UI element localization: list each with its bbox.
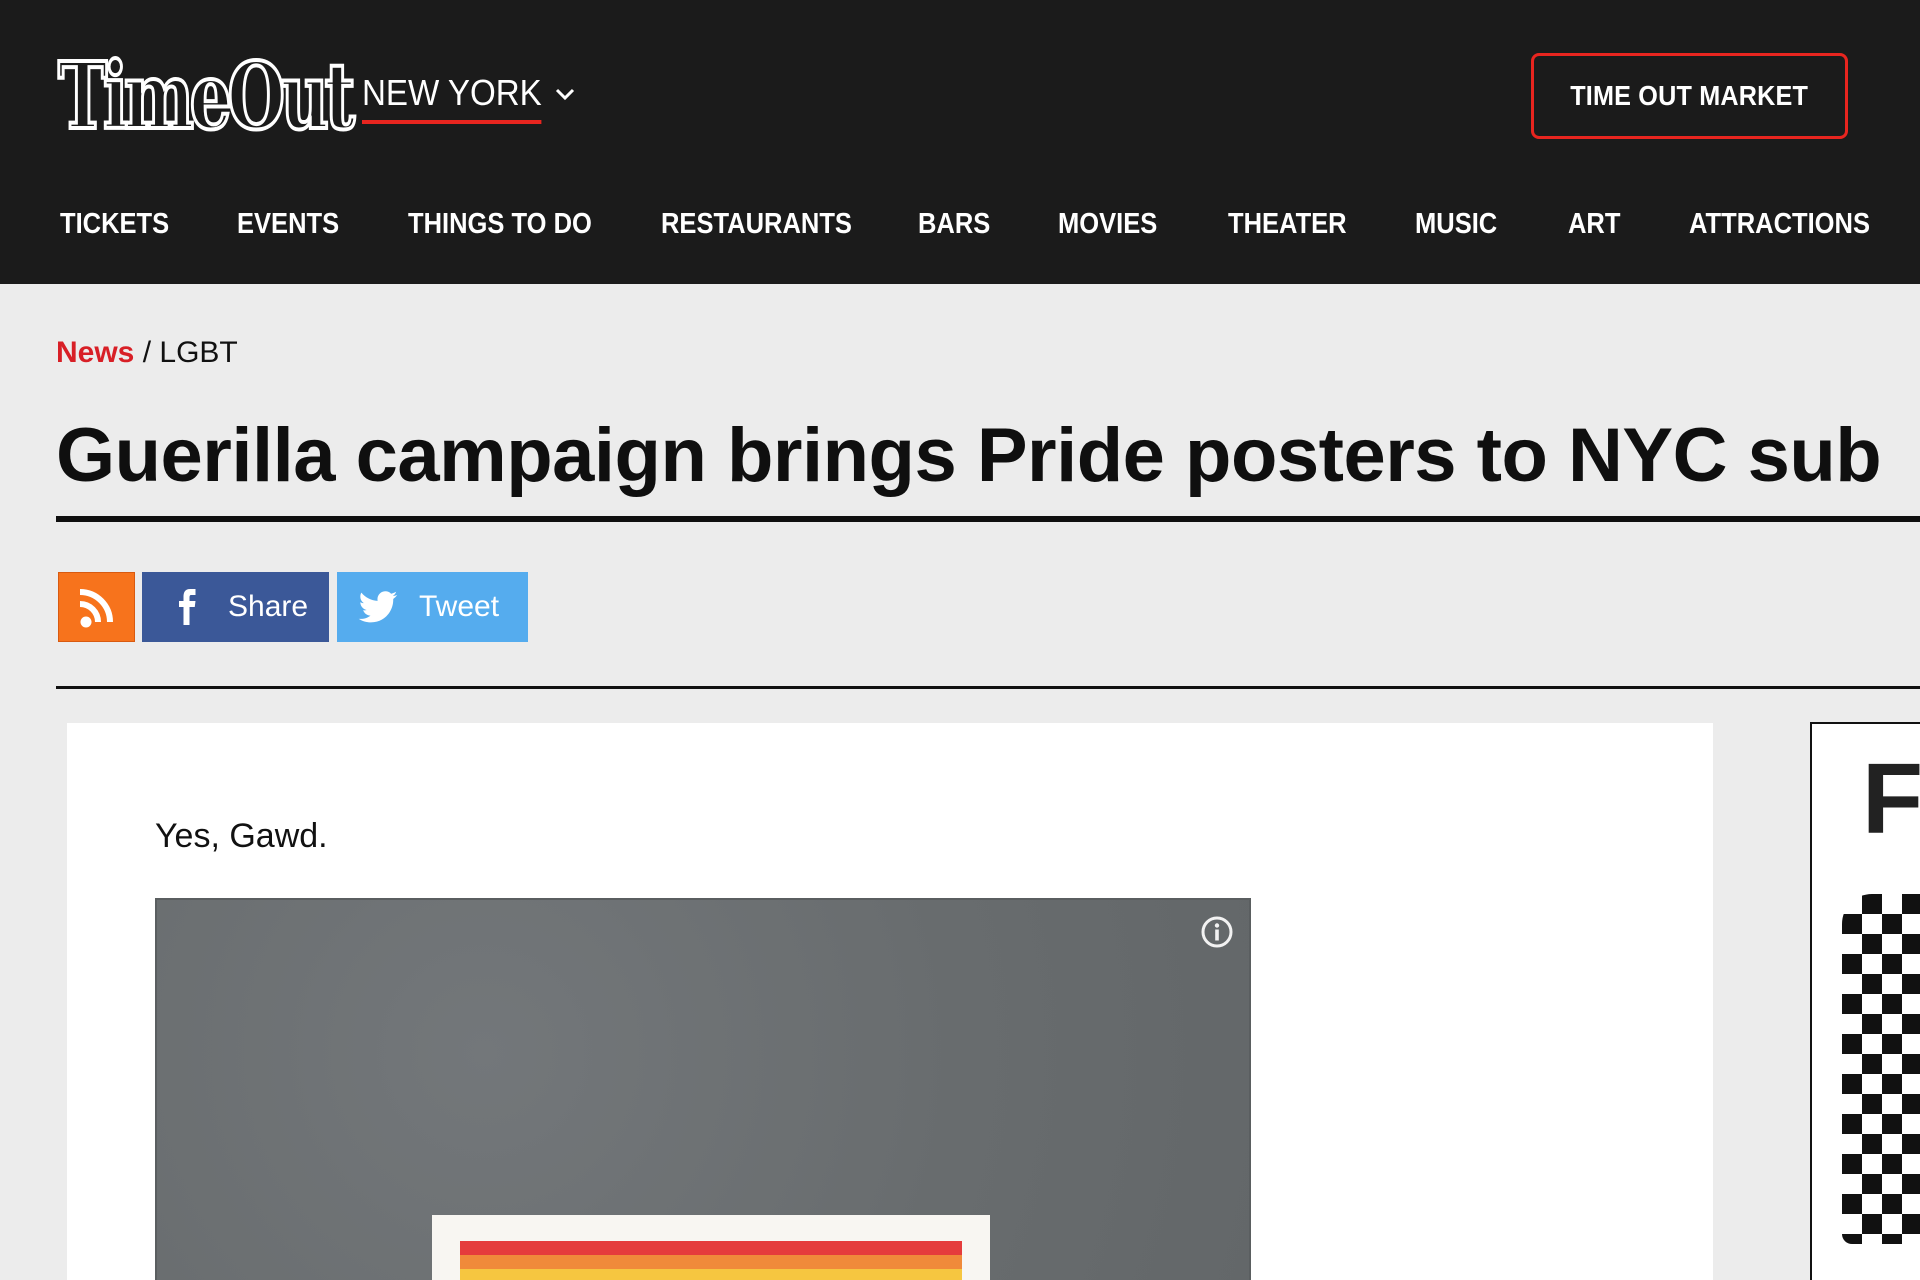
timeout-logo[interactable]: TimeOut: [57, 44, 357, 148]
rss-button[interactable]: [58, 572, 135, 642]
nav-item-events[interactable]: EVENTS: [237, 208, 339, 241]
city-selector[interactable]: NEW YORK: [362, 72, 557, 124]
article-title: Guerilla campaign brings Pride posters t…: [56, 413, 1882, 498]
breadcrumb: News / LGBT: [56, 336, 238, 370]
breadcrumb-lgbt: LGBT: [159, 336, 238, 369]
facebook-share-label: Share: [228, 590, 309, 623]
pride-rainbow-stripes: [460, 1241, 962, 1280]
rss-icon: [79, 589, 113, 628]
nav-item-bars[interactable]: BARS: [918, 208, 990, 241]
twitter-tweet-button[interactable]: Tweet: [337, 572, 528, 642]
nav-item-restaurants[interactable]: RESTAURANTS: [661, 208, 852, 241]
twitter-tweet-label: Tweet: [419, 590, 500, 623]
breadcrumb-separator: /: [134, 336, 160, 369]
article-intro: Yes, Gawd.: [155, 817, 328, 855]
ad-plaid-shirt-image: [1842, 894, 1920, 1244]
share-divider: [56, 686, 1920, 689]
info-icon[interactable]: [1199, 914, 1235, 950]
nav-item-attractions[interactable]: ATTRACTIONS: [1689, 208, 1870, 241]
chevron-down-icon[interactable]: [553, 82, 577, 106]
nav-item-movies[interactable]: MOVIES: [1058, 208, 1157, 241]
sidebar-advertisement[interactable]: F: [1810, 722, 1920, 1280]
article-body-card: Yes, Gawd.: [67, 723, 1713, 1280]
nav-item-music[interactable]: MUSIC: [1415, 208, 1497, 241]
facebook-share-button[interactable]: Share: [142, 572, 329, 642]
twitter-bird-icon: [358, 591, 398, 623]
time-out-market-button[interactable]: TIME OUT MARKET: [1531, 53, 1848, 139]
site-header: TimeOut NEW YORK TIME OUT MARKET TICKETS…: [0, 0, 1920, 284]
main-nav: TICKETS EVENTS THINGS TO DO RESTAURANTS …: [0, 200, 1920, 254]
nav-item-art[interactable]: ART: [1568, 208, 1620, 241]
city-name[interactable]: NEW YORK: [362, 72, 542, 124]
nav-item-things-to-do[interactable]: THINGS TO DO: [408, 208, 592, 241]
nav-item-tickets[interactable]: TICKETS: [60, 208, 169, 241]
facebook-icon: [179, 589, 196, 625]
article-image[interactable]: [155, 898, 1251, 1280]
title-divider: [56, 516, 1920, 522]
ad-letter: F: [1862, 743, 1920, 855]
time-out-market-label: TIME OUT MARKET: [1570, 80, 1809, 111]
pride-poster: [432, 1215, 990, 1280]
nav-item-theater[interactable]: THEATER: [1228, 208, 1347, 241]
breadcrumb-news-link[interactable]: News: [56, 336, 134, 369]
